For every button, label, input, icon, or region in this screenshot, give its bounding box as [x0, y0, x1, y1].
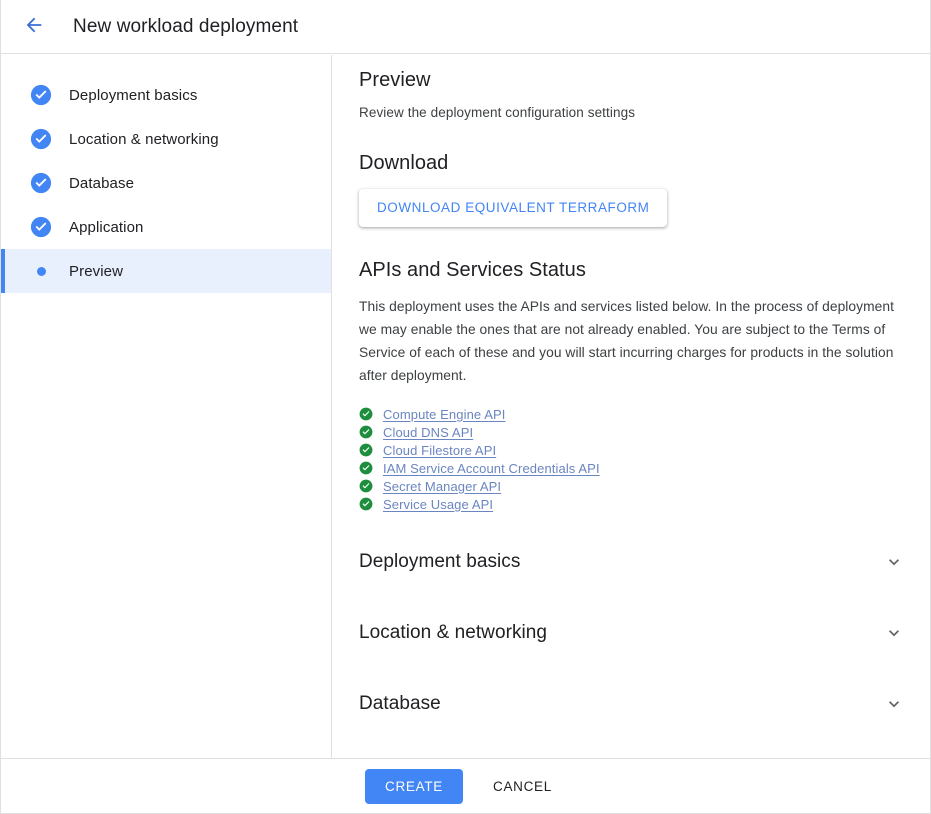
sidebar-item-label: Deployment basics — [69, 86, 198, 104]
dot-icon — [30, 260, 52, 282]
sidebar-item-preview[interactable]: Preview — [1, 249, 331, 293]
chevron-down-icon[interactable] — [882, 621, 906, 645]
list-item: IAM Service Account Credentials API — [359, 459, 908, 477]
check-circle-green-icon — [359, 479, 373, 493]
create-button[interactable]: CREATE — [365, 768, 463, 804]
sidebar-item-label: Preview — [69, 262, 124, 280]
list-item: Secret Manager API — [359, 477, 908, 495]
dialog-footer: CREATE CANCEL — [1, 758, 930, 813]
download-equivalent-terraform-button[interactable]: DOWNLOAD EQUIVALENT TERRAFORM — [359, 189, 668, 227]
back-button[interactable] — [14, 7, 54, 47]
api-link[interactable]: Secret Manager API — [383, 479, 501, 494]
api-link[interactable]: IAM Service Account Credentials API — [383, 461, 600, 476]
sidebar-item-label: Database — [69, 174, 135, 192]
arrow-left-icon — [23, 14, 45, 39]
check-circle-icon — [30, 172, 52, 194]
list-item: Cloud DNS API — [359, 423, 908, 441]
apis-description: This deployment uses the APIs and servic… — [359, 299, 894, 384]
preview-heading: Preview — [359, 69, 431, 91]
api-link[interactable]: Cloud DNS API — [383, 425, 473, 440]
apis-and-services-status-heading: APIs and Services Status — [359, 259, 586, 281]
new-workload-deployment-dialog: New workload deployment Deployment basic… — [0, 0, 931, 814]
api-list: Compute Engine API Cloud DNS API Cloud F… — [359, 405, 908, 513]
check-circle-green-icon — [359, 425, 373, 439]
check-circle-green-icon — [359, 461, 373, 475]
list-item: Compute Engine API — [359, 405, 908, 423]
chevron-down-icon[interactable] — [882, 692, 906, 716]
api-link[interactable]: Service Usage API — [383, 497, 493, 512]
sidebar-item-location-networking[interactable]: Location & networking — [1, 117, 331, 161]
chevron-down-icon[interactable] — [882, 550, 906, 574]
sidebar-item-label: Location & networking — [69, 130, 219, 148]
api-link[interactable]: Cloud Filestore API — [383, 443, 496, 458]
section-title: Database — [359, 693, 441, 715]
check-circle-icon — [30, 128, 52, 150]
list-item: Cloud Filestore API — [359, 441, 908, 459]
section-database[interactable]: Database — [359, 682, 908, 726]
section-deployment-basics[interactable]: Deployment basics — [359, 540, 908, 584]
check-circle-green-icon — [359, 443, 373, 457]
api-link[interactable]: Compute Engine API — [383, 407, 506, 422]
sidebar-item-label: Application — [69, 218, 144, 236]
section-title: Deployment basics — [359, 551, 521, 573]
check-circle-icon — [30, 84, 52, 106]
section-title: Location & networking — [359, 622, 547, 644]
check-circle-green-icon — [359, 407, 373, 421]
section-location-networking[interactable]: Location & networking — [359, 611, 908, 655]
preview-content-panel: Preview Review the deployment configurat… — [333, 55, 930, 758]
cancel-button[interactable]: CANCEL — [477, 769, 568, 804]
preview-subtitle: Review the deployment configuration sett… — [359, 105, 636, 120]
sidebar-item-deployment-basics[interactable]: Deployment basics — [1, 73, 331, 117]
download-heading: Download — [359, 152, 449, 174]
sidebar-item-database[interactable]: Database — [1, 161, 331, 205]
step-sidebar: Deployment basics Location & networking … — [1, 55, 332, 758]
check-circle-green-icon — [359, 497, 373, 511]
dialog-header: New workload deployment — [1, 0, 930, 54]
page-title: New workload deployment — [73, 15, 299, 37]
check-circle-icon — [30, 216, 52, 238]
sidebar-item-application[interactable]: Application — [1, 205, 331, 249]
list-item: Service Usage API — [359, 495, 908, 513]
